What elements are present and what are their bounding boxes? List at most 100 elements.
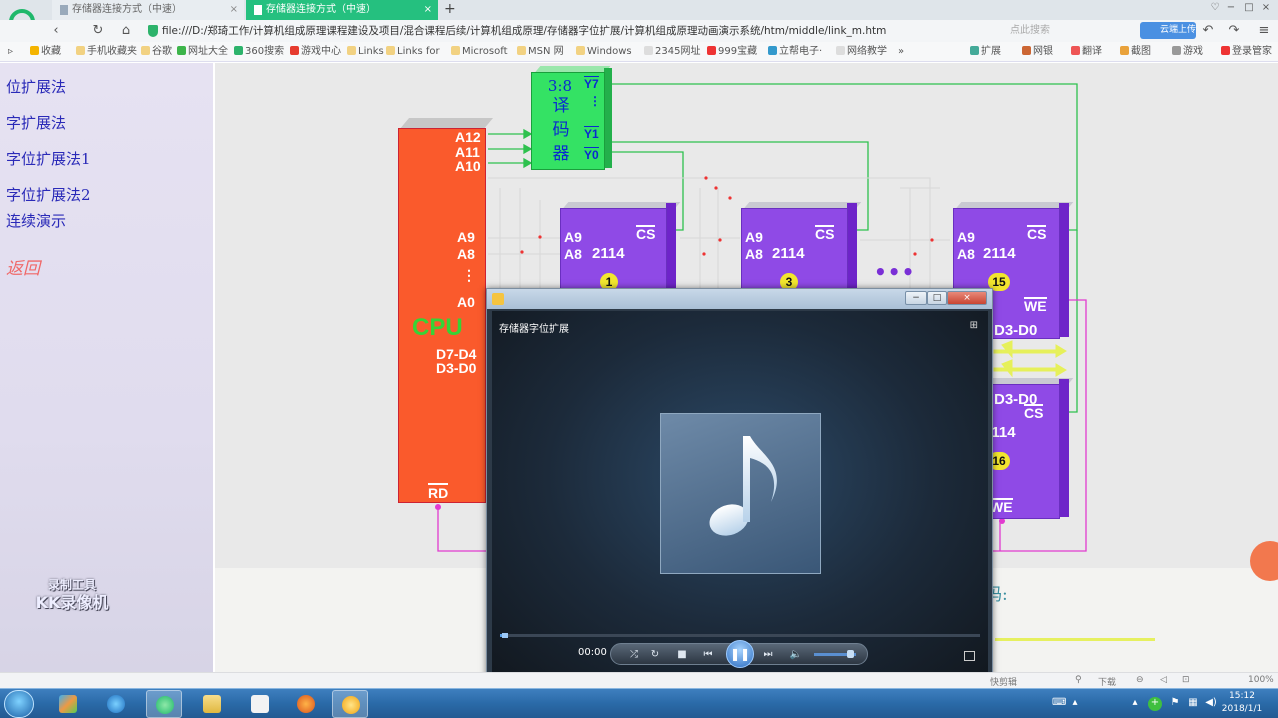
windows-taskbar: ⌨ ▴ ▴ + ⚑ ▦ ◀) 15:12 2018/1/1 <box>0 688 1278 718</box>
browser-status-bar: 快剪辑 ⚲ 下载 ⊖ ◁ ⊡ 100% <box>0 672 1278 688</box>
network-icon[interactable]: ▦ <box>1186 697 1200 711</box>
pin-a9: A9 <box>457 229 475 245</box>
decoder-out-y7: Y7 <box>584 76 599 91</box>
maximize-icon[interactable]: □ <box>927 291 947 305</box>
minimize-icon[interactable]: − <box>905 291 927 305</box>
taskbar-clock[interactable]: 15:12 2018/1/1 <box>1218 690 1266 716</box>
player-title-bar[interactable]: − □ × <box>487 289 992 309</box>
volume-icon[interactable]: 🔈 <box>789 648 803 662</box>
pin-d7-d4: D7-D4 <box>436 346 477 362</box>
player-body: 存储器字位扩展 ⊞ 00:00 ⤮ ↻ ■ ⏮ ❚❚ ⏭ 🔈 <box>492 311 988 676</box>
decoder-out-y0: Y0 <box>584 147 599 162</box>
chip-1-a9: A9 <box>564 229 582 245</box>
player-controls: ⤮ ↻ ■ ⏮ ❚❚ ⏭ 🔈 <box>610 640 868 668</box>
taskbar-app[interactable] <box>50 690 86 718</box>
chip-1-a8: A8 <box>564 246 582 262</box>
chip-15-side-face <box>1059 203 1069 337</box>
download-button[interactable]: 下载 <box>1098 675 1116 688</box>
chip-16-cs: CS <box>1024 404 1044 421</box>
repeat-icon[interactable]: ↻ <box>648 648 662 662</box>
tray-expand-icon[interactable]: ▴ <box>1068 697 1082 711</box>
firefox-icon <box>297 695 315 713</box>
screen: 存储器连接方式（中速） × 存储器连接方式（中速） × + ♡ − □ × ‹ … <box>0 0 1278 718</box>
pin-a12: A12 <box>455 129 481 145</box>
decoder-ratio: 3:8 <box>547 77 573 95</box>
tray-arrow-icon[interactable]: ▴ <box>1128 697 1142 711</box>
pin-a0: A0 <box>457 294 475 310</box>
start-button[interactable] <box>4 690 34 718</box>
pin-a8: A8 <box>457 246 475 262</box>
chip-1-side-face <box>666 203 676 293</box>
taskbar-app[interactable] <box>242 690 278 718</box>
chip-3-cs: CS <box>815 225 835 242</box>
keyboard-icon[interactable]: ⌨ <box>1052 697 1066 711</box>
chip-3-a8: A8 <box>745 246 763 262</box>
music-note-icon <box>709 436 777 536</box>
switch-to-library-icon[interactable]: ⊞ <box>970 320 978 331</box>
taskbar-app-media-player[interactable] <box>332 690 368 718</box>
pin-ellipsis: ⋮ <box>462 267 476 283</box>
media-player-window[interactable]: − □ × 存储器字位扩展 ⊞ 00:00 ⤮ ↻ ■ ⏮ ❚❚ ⏭ 🔈 <box>486 288 993 680</box>
clock-time: 15:12 <box>1229 691 1255 701</box>
media-player-icon <box>342 696 360 714</box>
cpu-label: CPU <box>412 314 463 341</box>
decoder-char-2: 码 <box>552 120 570 140</box>
close-icon[interactable]: × <box>947 291 987 305</box>
ie-icon <box>107 695 125 713</box>
pause-button[interactable]: ❚❚ <box>726 640 754 668</box>
shuffle-icon[interactable]: ⤮ <box>627 648 641 662</box>
seek-bar[interactable] <box>500 633 980 638</box>
quick-edit-button[interactable]: 快剪辑 <box>990 675 1017 688</box>
taskbar-app[interactable] <box>194 690 230 718</box>
chip-1-cs: CS <box>636 225 656 242</box>
pin-a11: A11 <box>455 144 480 160</box>
decoder-out-ellipsis: ⋮ <box>589 94 601 108</box>
sound-icon[interactable]: ◁ <box>1160 675 1167 685</box>
zoom-level[interactable]: 100% <box>1248 675 1274 685</box>
decoder-char-1: 译 <box>552 96 570 116</box>
chip-15-a9: A9 <box>957 229 975 245</box>
chip-3-side-face <box>847 203 857 293</box>
chip-1-model: 2114 <box>592 245 625 262</box>
decoder-out-y1: Y1 <box>584 126 599 141</box>
decoder-side-face <box>604 68 612 168</box>
volume-slider[interactable] <box>814 650 856 658</box>
chip-16-side-face <box>1059 379 1069 517</box>
previous-icon[interactable]: ⏮ <box>701 648 715 662</box>
app-icon <box>59 695 77 713</box>
clock-date: 2018/1/1 <box>1221 704 1263 714</box>
pin-d3-d0: D3-D0 <box>436 360 477 376</box>
chip-16-we: WE <box>990 498 1013 515</box>
decoder-char-3: 器 <box>552 144 570 164</box>
zoom-out-icon[interactable]: ⊖ <box>1136 675 1144 685</box>
taskbar-app-browser-active[interactable] <box>146 690 182 718</box>
chip-15-a8: A8 <box>957 246 975 262</box>
browser-icon <box>156 696 174 714</box>
view-icon[interactable]: ⊡ <box>1182 675 1190 685</box>
document-icon <box>251 695 269 713</box>
chip-15-we: WE <box>1024 297 1047 314</box>
next-icon[interactable]: ⏭ <box>761 648 775 662</box>
flag-icon[interactable]: ⚑ <box>1168 697 1182 711</box>
seek-handle[interactable] <box>501 633 508 638</box>
player-title: 存储器字位扩展 <box>499 324 569 335</box>
security-tray-icon[interactable]: + <box>1148 697 1162 711</box>
taskbar-app[interactable] <box>98 690 134 718</box>
chip-15-cs: CS <box>1027 225 1047 242</box>
chip-3-model: 2114 <box>772 245 805 262</box>
volume-tray-icon[interactable]: ◀) <box>1204 697 1218 711</box>
volume-handle[interactable] <box>846 650 854 658</box>
album-art <box>660 413 821 574</box>
chip-3-a9: A9 <box>745 229 763 245</box>
chip-15-data: D3-D0 <box>994 322 1038 339</box>
taskbar-app[interactable] <box>288 690 324 718</box>
fullscreen-icon[interactable] <box>964 651 975 661</box>
media-player-icon <box>492 293 504 305</box>
folder-icon <box>203 695 221 713</box>
chip-15-model: 2114 <box>983 245 1016 262</box>
chips-ellipsis: ••• <box>874 260 916 284</box>
pin-a10: A10 <box>455 158 481 174</box>
stop-icon[interactable]: ■ <box>675 648 689 662</box>
elapsed-time: 00:00 <box>578 647 607 658</box>
pin-icon[interactable]: ⚲ <box>1075 675 1082 685</box>
